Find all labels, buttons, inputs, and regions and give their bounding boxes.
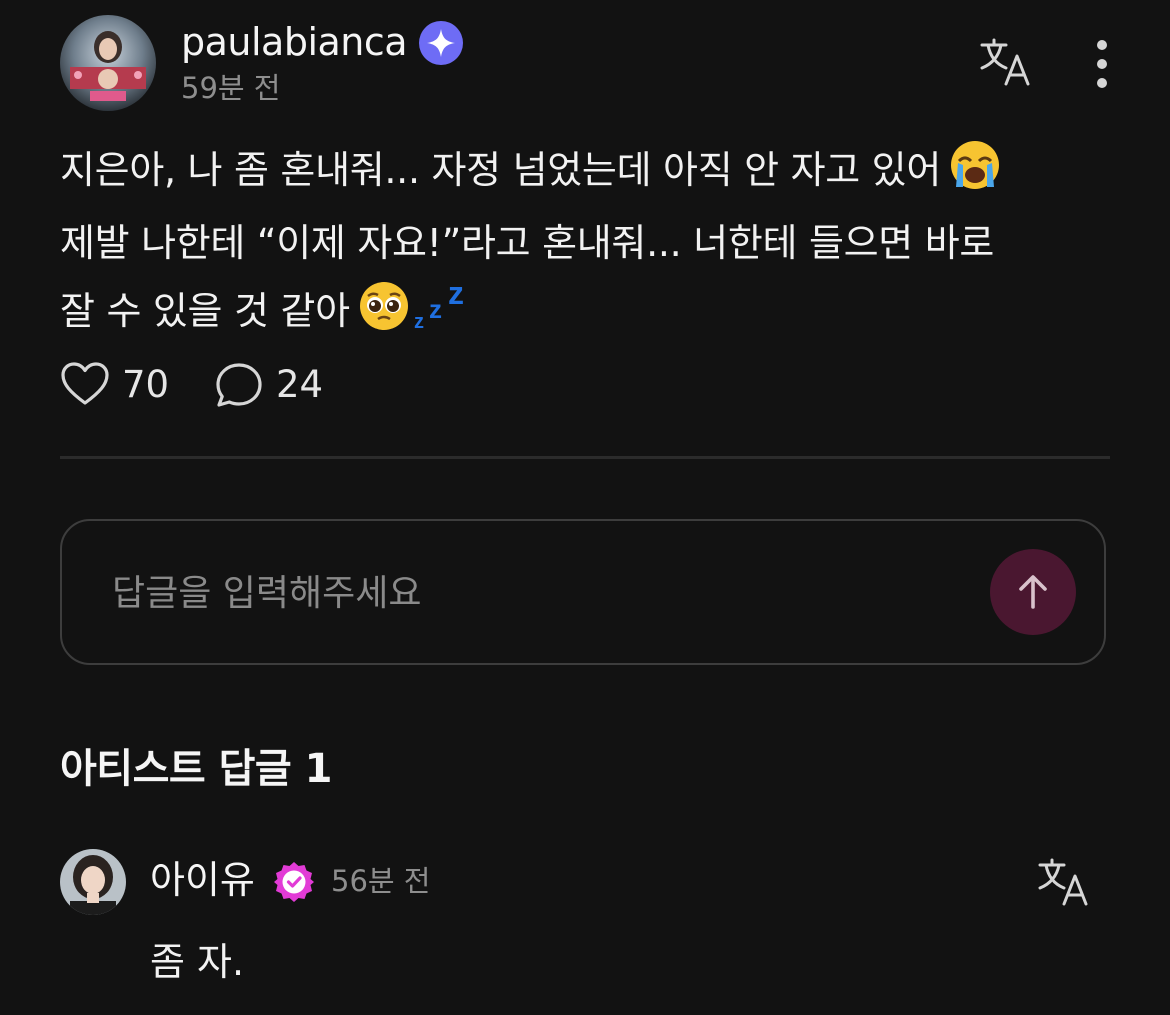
artist-name[interactable]: 아이유 [150,856,255,904]
reply-input-box[interactable] [60,519,1106,665]
pleading-face-icon [358,280,410,352]
translate-icon[interactable] [976,36,1034,88]
reply-text: 좀 자. [150,940,245,984]
author-name[interactable]: paulabianca [181,18,408,66]
artist-replies-title: 아티스트 답글 1 [60,746,332,792]
more-options-icon[interactable] [1085,38,1119,90]
sparkle-verified-icon [418,20,464,66]
post-text: 잘 수 있을 것 같아 [60,289,350,333]
reply-timestamp: 56분 전 [331,864,431,898]
post-text: 제발 나한테 “이제 자요!”라고 혼내줘... 너한테 들으면 바로 [60,221,995,265]
loudly-crying-face-icon [949,139,1001,211]
post-timestamp: 59분 전 [181,71,281,105]
artist-avatar[interactable] [60,849,126,915]
like-count: 70 [122,363,170,406]
post-line: 지은아, 나 좀 혼내줘... 자정 넘었는데 아직 안 자고 있어 [60,138,1120,211]
post-text: 지은아, 나 좀 혼내줘... 자정 넘었는데 아직 안 자고 있어 [60,148,941,192]
post-line: 잘 수 있을 것 같아 z z z [60,275,1120,352]
post-line: 제발 나한테 “이제 자요!”라고 혼내줘... 너한테 들으면 바로 [60,211,1120,276]
reply-input[interactable] [112,565,962,621]
send-button[interactable] [990,549,1076,635]
post-body: 지은아, 나 좀 혼내줘... 자정 넘었는데 아직 안 자고 있어 제발 나한… [60,138,1120,352]
arrow-up-icon [1019,575,1047,609]
heart-icon[interactable] [60,361,110,407]
author-avatar[interactable] [60,15,156,111]
comment-count: 24 [276,363,324,406]
svg-text:z: z [414,311,424,332]
translate-icon[interactable] [1034,856,1092,908]
comment-bubble-icon[interactable] [214,361,264,409]
svg-text:z: z [429,294,442,324]
zzz-icon: z z z [414,275,474,352]
svg-text:z: z [448,276,464,311]
divider [60,456,1110,459]
check-verified-icon [272,860,316,904]
